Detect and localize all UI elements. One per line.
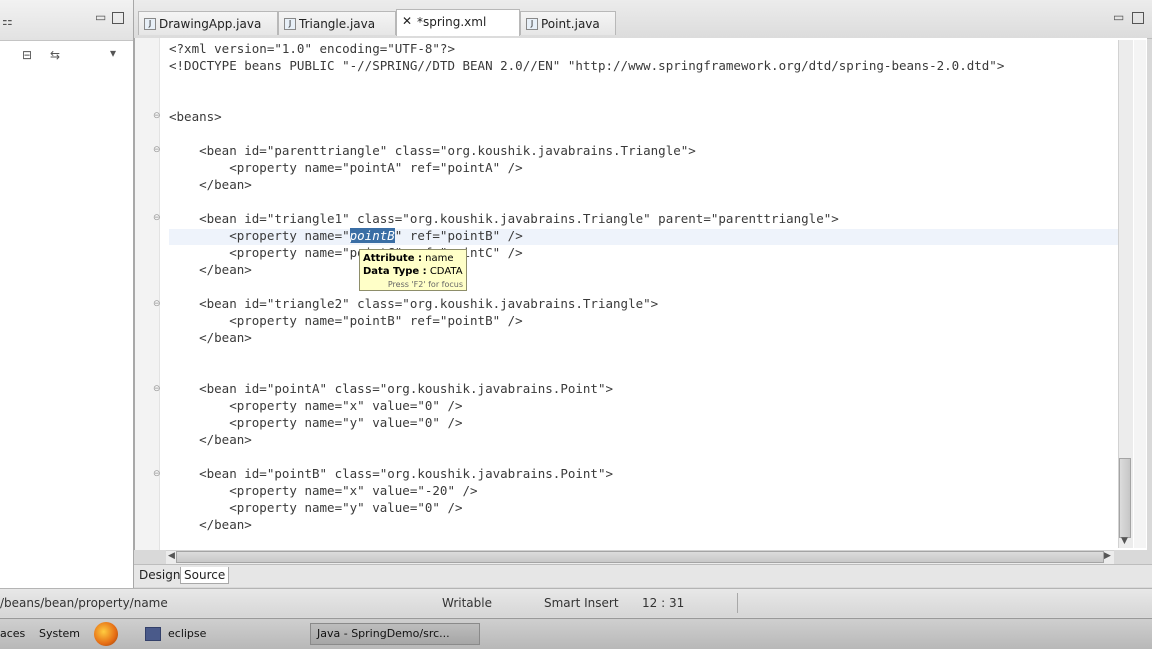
status-bar: /beans/bean/property/name Writable Smart…	[0, 588, 1152, 617]
editor-minimize-icon[interactable]: ▭	[1113, 10, 1124, 24]
eclipse-launcher[interactable]: eclipse	[168, 627, 206, 641]
selected-text[interactable]: pointB	[349, 228, 395, 243]
overview-ruler	[1134, 40, 1146, 548]
fold-marker-icon[interactable]: ⊖	[153, 300, 161, 309]
tab-design[interactable]: Design	[136, 567, 183, 583]
vertical-scroll-thumb[interactable]	[1119, 458, 1131, 538]
horizontal-scroll-thumb[interactable]	[176, 551, 1104, 563]
editor-tab-bar: J DrawingApp.java J Triangle.java ✕ *spr…	[134, 0, 1152, 39]
minimize-icon[interactable]: ▭	[95, 10, 106, 24]
code-line[interactable]: <property name="pointA" ref="pointA" />	[169, 159, 523, 176]
view-menu-icon[interactable]: ▾	[110, 46, 116, 60]
code-line[interactable]: <bean id="parenttriangle" class="org.kou…	[169, 142, 696, 159]
link-editor-icon[interactable]: ⇆	[50, 48, 60, 62]
code-line[interactable]: <bean id="pointB" class="org.koushik.jav…	[169, 465, 613, 482]
tab-label: *spring.xml	[417, 15, 487, 29]
xml-file-icon: ✕	[402, 14, 413, 28]
tooltip-datatype-label: Data Type :	[363, 266, 427, 277]
attribute-tooltip: Attribute : name Data Type : CDATA Press…	[359, 249, 467, 291]
status-insert-mode: Smart Insert	[544, 596, 619, 610]
code-line[interactable]: <property name="pointB" ref="pointB" />	[169, 312, 523, 329]
code-line[interactable]: </bean>	[169, 329, 252, 346]
status-cursor-position: 12 : 31	[642, 596, 685, 610]
status-separator	[737, 593, 738, 613]
editor-mode-tabs: Design Source	[134, 564, 1152, 587]
scroll-left-icon[interactable]: ◀	[168, 551, 175, 561]
editor-maximize-icon[interactable]	[1132, 12, 1144, 24]
status-xpath: /beans/bean/property/name	[0, 596, 168, 610]
scroll-down-icon[interactable]: ▼	[1121, 536, 1128, 546]
java-file-icon: J	[284, 18, 296, 30]
taskbar-window-button[interactable]: Java - SpringDemo/src...	[310, 623, 480, 645]
java-file-icon: J	[144, 18, 156, 30]
fold-marker-icon[interactable]: ⊖	[153, 214, 161, 223]
tab-drawingapp[interactable]: J DrawingApp.java	[138, 11, 278, 35]
code-line[interactable]: <!DOCTYPE beans PUBLIC "-//SPRING//DTD B…	[169, 57, 1004, 74]
code-line[interactable]: </bean>	[169, 431, 252, 448]
collapse-all-icon[interactable]: ⊟	[22, 48, 32, 62]
tab-point[interactable]: J Point.java	[520, 11, 616, 35]
code-line[interactable]: <property name="y" value="0" />	[169, 499, 462, 516]
tooltip-datatype-value: CDATA	[429, 266, 463, 277]
taskbar-window-label: Java - SpringDemo/src...	[317, 627, 450, 640]
tooltip-hint: Press 'F2' for focus	[387, 280, 463, 289]
maximize-icon[interactable]	[112, 12, 124, 24]
fold-marker-icon[interactable]: ⊖	[153, 385, 161, 394]
firefox-icon[interactable]	[94, 622, 118, 646]
code-line[interactable]: <property name="x" value="-20" />	[169, 482, 477, 499]
xml-source-editor[interactable]: ⊖ ⊖ ⊖ ⊖ ⊖ ⊖ <?xml version="1.0" encoding…	[134, 38, 1147, 550]
code-line[interactable]: <beans>	[169, 108, 222, 125]
editor-gutter: ⊖ ⊖ ⊖ ⊖ ⊖ ⊖	[135, 38, 161, 550]
tab-label: Triangle.java	[299, 17, 376, 31]
code-line[interactable]: <?xml version="1.0" encoding="UTF-8"?>	[169, 40, 455, 57]
code-fragment: " ref="pointB" />	[394, 228, 523, 243]
code-line[interactable]: <property name="pointC" ref="pointC" />	[169, 244, 523, 261]
code-line[interactable]: <bean id="pointA" class="org.koushik.jav…	[169, 380, 613, 397]
panel-minimize-icon[interactable]: ⚏	[2, 14, 13, 28]
code-line[interactable]: </bean>	[169, 261, 252, 278]
tab-spring-xml[interactable]: ✕ *spring.xml	[396, 9, 520, 36]
places-menu[interactable]: aces	[0, 627, 25, 641]
java-file-icon: J	[526, 18, 538, 30]
code-line[interactable]: </bean>	[169, 516, 252, 533]
status-writable: Writable	[442, 596, 492, 610]
code-line[interactable]: <property name="y" value="0" />	[169, 414, 462, 431]
tab-label: DrawingApp.java	[159, 17, 262, 31]
fold-marker-icon[interactable]: ⊖	[153, 146, 161, 155]
tab-label: Point.java	[541, 17, 600, 31]
scroll-right-icon[interactable]: ▶	[1104, 551, 1111, 561]
code-line-current[interactable]: <property name="pointB" ref="pointB" />	[169, 227, 523, 244]
code-fragment: <property name="	[169, 228, 350, 243]
tab-triangle[interactable]: J Triangle.java	[278, 11, 396, 35]
system-taskbar: aces System eclipse Java - SpringDemo/sr…	[0, 618, 1152, 649]
code-line[interactable]: <property name="x" value="0" />	[169, 397, 462, 414]
fold-marker-icon[interactable]: ⊖	[153, 470, 161, 479]
code-line[interactable]: </bean>	[169, 176, 252, 193]
package-explorer-panel	[0, 0, 134, 588]
code-line[interactable]: <bean id="triangle2" class="org.koushik.…	[169, 295, 658, 312]
eclipse-icon[interactable]	[145, 627, 161, 641]
tooltip-attribute-label: Attribute :	[363, 253, 422, 264]
code-line[interactable]: <bean id="triangle1" class="org.koushik.…	[169, 210, 839, 227]
tab-source[interactable]: Source	[180, 567, 230, 584]
fold-marker-icon[interactable]: ⊖	[153, 112, 161, 121]
tooltip-attribute-value: name	[425, 253, 454, 264]
left-panel-toolbar: ⚏ ▭ ⊟ ⇆ ▾	[0, 0, 133, 62]
system-menu[interactable]: System	[39, 627, 80, 641]
